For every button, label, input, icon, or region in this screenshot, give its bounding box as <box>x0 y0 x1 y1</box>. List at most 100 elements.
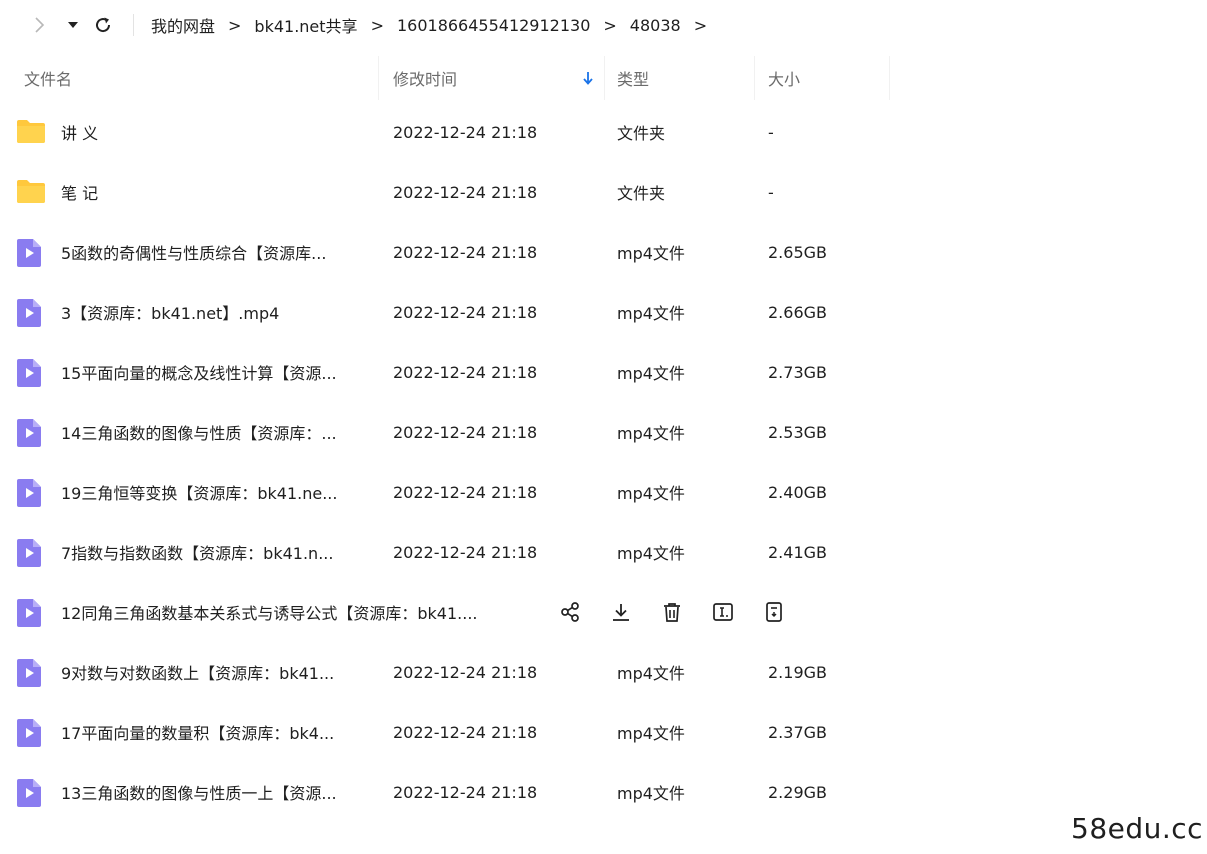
file-size: - <box>768 122 774 142</box>
header-size[interactable]: 大小 <box>768 56 800 100</box>
file-name[interactable]: 9对数与对数函数上【资源库：bk41... <box>61 642 369 702</box>
header-type[interactable]: 类型 <box>617 56 649 100</box>
refresh-icon <box>96 17 111 33</box>
file-type: mp4文件 <box>617 484 685 503</box>
more-icon <box>766 602 782 622</box>
folder-row[interactable]: 讲 义 2022-12-24 21:18 文件夹 - <box>0 102 900 162</box>
file-name[interactable]: 14三角函数的图像与性质【资源库：... <box>61 402 369 462</box>
file-size: - <box>768 182 774 202</box>
video-file-icon <box>17 779 41 807</box>
breadcrumb: 我的网盘 > bk41.net共享 >1601866455412912130 >4803… <box>151 13 720 37</box>
file-size: 2.37GB <box>768 722 827 742</box>
file-name[interactable]: 15平面向量的概念及线性计算【资源... <box>61 342 369 402</box>
refresh-button[interactable] <box>91 12 115 38</box>
modified-time: 2022-12-24 21:18 <box>393 722 538 742</box>
video-icon-wrap <box>16 238 46 267</box>
header-divider[interactable] <box>889 56 890 100</box>
file-row[interactable]: 5函数的奇偶性与性质综合【资源库... 2022-12-24 21:18 mp4文件… <box>0 222 900 282</box>
video-icon-wrap <box>16 418 46 447</box>
header-name[interactable]: 文件名 <box>24 56 72 100</box>
modified-time: 2022-12-24 21:18 <box>393 362 538 382</box>
file-size: 2.19GB <box>768 662 827 682</box>
column-header: 文件名 修改时间 类型 大小 <box>0 56 890 100</box>
file-type: mp4文件 <box>617 544 685 563</box>
file-type: mp4文件 <box>617 424 685 443</box>
sort-down-arrow-icon <box>583 72 593 85</box>
file-row[interactable]: 7指数与指数函数【资源库：bk41.n... 2022-12-24 21:18 mp… <box>0 522 900 582</box>
watermark-text: 58edu.cc <box>1071 812 1204 845</box>
video-file-icon <box>17 599 41 627</box>
video-icon-wrap <box>16 298 46 327</box>
file-name[interactable]: 17平面向量的数量积【资源库：bk4... <box>61 702 369 762</box>
download-icon <box>613 604 629 621</box>
modified-time: 2022-12-24 21:18 <box>393 662 538 682</box>
folder-row[interactable]: 笔 记 2022-12-24 21:18 文件夹 - <box>0 162 900 222</box>
breadcrumb-separator: > <box>370 15 384 35</box>
toolbar-divider <box>133 14 134 36</box>
rename-button[interactable] <box>709 598 737 626</box>
video-file-icon <box>17 419 41 447</box>
file-name[interactable]: 3【资源库：bk41.net】.mp4 <box>61 282 369 342</box>
file-name[interactable]: 12同角三角函数基本关系式与诱导公式【资源库：bk41.... <box>61 582 531 642</box>
modified-time: 2022-12-24 21:18 <box>393 782 538 802</box>
modified-time: 2022-12-24 21:18 <box>393 182 538 202</box>
history-dropdown-button[interactable] <box>64 12 82 38</box>
folder-icon-wrap <box>16 118 46 146</box>
breadcrumb-item[interactable]: 48038 <box>630 16 681 35</box>
breadcrumb-item[interactable]: 1601866455412912130 <box>397 16 590 35</box>
file-name[interactable]: 13三角函数的图像与性质一上【资源... <box>61 762 369 822</box>
breadcrumb-separator: > <box>693 15 708 35</box>
header-modified[interactable]: 修改时间 <box>393 56 457 100</box>
sort-desc-button[interactable] <box>582 56 594 100</box>
breadcrumb-separator: > <box>228 15 242 35</box>
file-name[interactable]: 笔 记 <box>61 162 369 222</box>
download-button[interactable] <box>607 598 635 626</box>
file-name[interactable]: 讲 义 <box>61 102 369 162</box>
modified-time: 2022-12-24 21:18 <box>393 482 538 502</box>
header-divider[interactable] <box>754 56 755 100</box>
share-icon <box>561 602 579 622</box>
header-divider[interactable] <box>378 56 379 100</box>
modified-time: 2022-12-24 21:18 <box>393 542 538 562</box>
file-row[interactable]: 19三角恒等变换【资源库：bk41.ne... 2022-12-24 21:18 m… <box>0 462 900 522</box>
breadcrumb-separator: > <box>603 15 617 35</box>
file-type: mp4文件 <box>617 364 685 383</box>
file-type: mp4文件 <box>617 664 685 683</box>
file-row[interactable]: 14三角函数的图像与性质【资源库：... 2022-12-24 21:18 mp4文… <box>0 402 900 462</box>
share-button[interactable] <box>556 598 584 626</box>
video-file-icon <box>17 719 41 747</box>
modified-time: 2022-12-24 21:18 <box>393 422 538 442</box>
file-size: 2.41GB <box>768 542 827 562</box>
toolbar: 我的网盘 > bk41.net共享 >1601866455412912130 >4803… <box>0 0 1207 50</box>
forward-button[interactable] <box>28 12 50 38</box>
video-icon-wrap <box>16 718 46 747</box>
file-name[interactable]: 19三角恒等变换【资源库：bk41.ne... <box>61 462 369 522</box>
file-row[interactable]: 17平面向量的数量积【资源库：bk4... 2022-12-24 21:18 mp4… <box>0 702 900 762</box>
file-type: 文件夹 <box>617 124 666 143</box>
file-row[interactable]: 13三角函数的图像与性质一上【资源... 2022-12-24 21:18 mp4文… <box>0 762 900 822</box>
file-name[interactable]: 5函数的奇偶性与性质综合【资源库... <box>61 222 369 282</box>
file-type: mp4文件 <box>617 724 685 743</box>
video-icon-wrap <box>16 598 46 627</box>
video-file-icon <box>17 479 41 507</box>
file-row[interactable]: 15平面向量的概念及线性计算【资源... 2022-12-24 21:18 mp4文… <box>0 342 900 402</box>
rename-icon <box>713 603 733 621</box>
delete-button[interactable] <box>658 598 686 626</box>
file-name[interactable]: 7指数与指数函数【资源库：bk41.n... <box>61 522 369 582</box>
modified-time: 2022-12-24 21:18 <box>393 302 538 322</box>
row-actions <box>556 582 811 642</box>
folder-icon-wrap <box>16 178 46 206</box>
breadcrumb-item[interactable]: bk41.net共享 <box>254 13 357 37</box>
header-divider[interactable] <box>604 56 605 100</box>
file-row[interactable]: 9对数与对数函数上【资源库：bk41... 2022-12-24 21:18 mp4… <box>0 642 900 702</box>
caret-down-icon <box>68 22 78 28</box>
file-type: mp4文件 <box>617 784 685 803</box>
file-row[interactable]: 3【资源库：bk41.net】.mp4 2022-12-24 21:18 mp4文件… <box>0 282 900 342</box>
folder-icon <box>17 180 45 203</box>
video-icon-wrap <box>16 658 46 687</box>
video-icon-wrap <box>16 358 46 387</box>
video-icon-wrap <box>16 778 46 807</box>
breadcrumb-item[interactable]: 我的网盘 <box>151 13 215 37</box>
file-row[interactable]: 12同角三角函数基本关系式与诱导公式【资源库：bk41.... <box>0 582 900 642</box>
more-button[interactable] <box>760 598 788 626</box>
